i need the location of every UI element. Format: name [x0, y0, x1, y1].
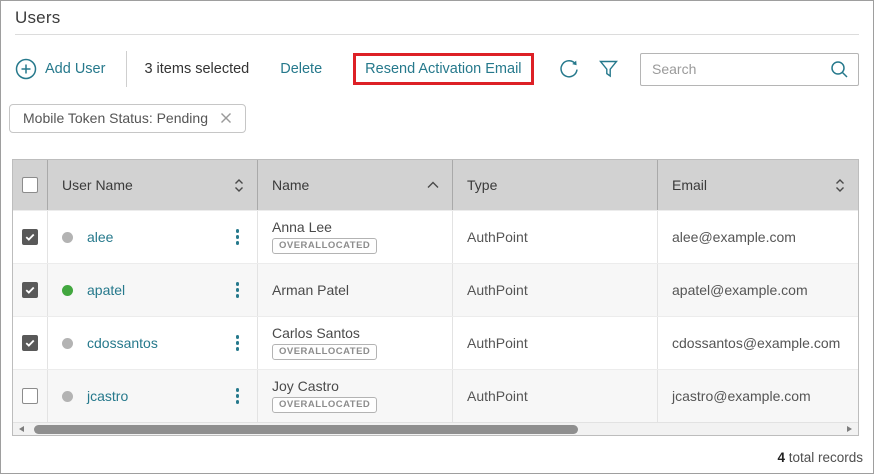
username-link[interactable]: apatel [87, 282, 125, 298]
filter-chip-row: Mobile Token Status: Pending [9, 103, 859, 133]
row-checkbox[interactable] [22, 388, 38, 404]
header-user-name[interactable]: User Name [48, 160, 258, 210]
sort-asc-icon [426, 181, 440, 189]
email-cell: alee@example.com [658, 211, 858, 263]
type-cell: AuthPoint [453, 264, 658, 316]
sort-both-icon [233, 177, 245, 194]
header-type[interactable]: Type [453, 160, 658, 210]
refresh-icon [557, 57, 581, 81]
username-link[interactable]: cdossantos [87, 335, 158, 351]
toolbar-divider [126, 51, 127, 87]
add-user-label: Add User [45, 61, 105, 77]
record-count: 4 total records [777, 450, 863, 465]
page-title: Users [15, 8, 859, 28]
add-user-button[interactable]: Add User [15, 58, 105, 80]
plus-circle-icon [15, 58, 37, 80]
refresh-button[interactable] [557, 57, 581, 81]
filter-chip-remove-button[interactable] [219, 111, 233, 125]
full-name: Carlos Santos [272, 326, 360, 341]
resend-activation-highlight-box: Resend Activation Email [353, 53, 533, 85]
resend-activation-email-button[interactable]: Resend Activation Email [365, 61, 521, 77]
status-dot-green-icon [62, 285, 73, 296]
delete-button[interactable]: Delete [280, 61, 322, 77]
header-name[interactable]: Name [258, 160, 453, 210]
scrollbar-thumb[interactable] [34, 425, 578, 434]
filter-button[interactable] [598, 59, 619, 79]
type-cell: AuthPoint [453, 370, 658, 422]
type-cell: AuthPoint [453, 317, 658, 369]
username-link[interactable]: jcastro [87, 388, 128, 404]
users-table: User Name Name Type Email [12, 159, 859, 436]
table-row: alee Anna Lee OVERALLOCATED AuthPoint al… [13, 210, 858, 263]
selection-count: 3 items selected [144, 61, 249, 77]
record-count-label: total records [785, 450, 863, 465]
overallocated-badge: OVERALLOCATED [272, 238, 377, 254]
filter-chip: Mobile Token Status: Pending [9, 104, 246, 133]
type-cell: AuthPoint [453, 211, 658, 263]
search-icon[interactable] [830, 60, 849, 79]
email-cell: jcastro@example.com [658, 370, 858, 422]
table-row: apatel Arman Patel AuthPoint apatel@exam… [13, 263, 858, 316]
table-row: cdossantos Carlos Santos OVERALLOCATED A… [13, 316, 858, 369]
table-row: jcastro Joy Castro OVERALLOCATED AuthPoi… [13, 369, 858, 422]
scroll-left-arrow-icon[interactable] [19, 426, 24, 432]
title-divider [15, 34, 859, 35]
email-cell: apatel@example.com [658, 264, 858, 316]
status-dot-gray-icon [62, 391, 73, 402]
row-menu-kebab-icon[interactable] [228, 329, 248, 357]
row-checkbox[interactable] [22, 229, 38, 245]
status-dot-gray-icon [62, 232, 73, 243]
table-header-row: User Name Name Type Email [13, 160, 858, 210]
overallocated-badge: OVERALLOCATED [272, 397, 377, 413]
filter-funnel-icon [598, 59, 619, 79]
header-email[interactable]: Email [658, 160, 858, 210]
filter-chip-label: Mobile Token Status: Pending [23, 110, 208, 126]
row-menu-kebab-icon[interactable] [228, 223, 248, 251]
header-select-all-cell [13, 160, 48, 210]
status-dot-gray-icon [62, 338, 73, 349]
x-close-icon [219, 111, 233, 125]
select-all-checkbox[interactable] [22, 177, 38, 193]
row-menu-kebab-icon[interactable] [228, 276, 248, 304]
row-menu-kebab-icon[interactable] [228, 382, 248, 410]
full-name: Arman Patel [272, 283, 349, 298]
scroll-right-arrow-icon[interactable] [847, 426, 852, 432]
horizontal-scrollbar[interactable] [13, 422, 858, 435]
search-input[interactable] [652, 61, 830, 77]
search-box [640, 53, 859, 86]
sort-both-icon [834, 177, 846, 194]
overallocated-badge: OVERALLOCATED [272, 344, 377, 360]
toolbar: Add User 3 items selected Delete Resend … [15, 50, 859, 88]
record-count-number: 4 [777, 450, 785, 465]
row-checkbox[interactable] [22, 282, 38, 298]
full-name: Anna Lee [272, 220, 332, 235]
full-name: Joy Castro [272, 379, 339, 394]
username-link[interactable]: alee [87, 229, 113, 245]
row-checkbox[interactable] [22, 335, 38, 351]
title-bar: Users [1, 1, 873, 35]
email-cell: cdossantos@example.com [658, 317, 858, 369]
